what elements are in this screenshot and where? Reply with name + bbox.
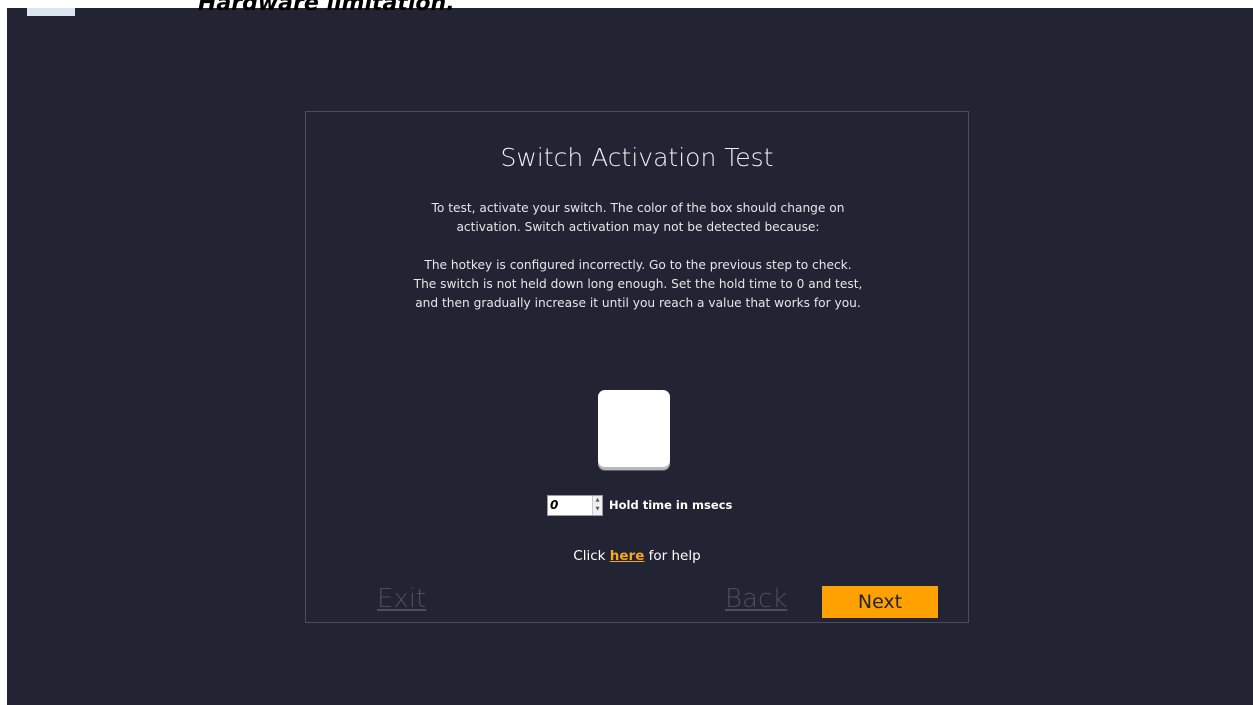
- stepper-arrows: ▲ ▼: [592, 495, 602, 515]
- activation-test-box: [598, 390, 670, 467]
- back-link[interactable]: Back: [725, 584, 787, 614]
- stepper-up-icon[interactable]: ▲: [593, 496, 602, 506]
- help-link[interactable]: here: [610, 548, 645, 564]
- stepper-down-icon[interactable]: ▼: [593, 505, 602, 515]
- instructions-line: activation. Switch activation may not be…: [456, 220, 820, 234]
- help-prefix: Click: [573, 548, 610, 564]
- reason-line: The switch is not held down long enough.…: [413, 277, 863, 291]
- help-text: Click here for help: [306, 547, 968, 565]
- hold-time-input[interactable]: [548, 495, 593, 515]
- reason-line: and then gradually increase it until you…: [415, 296, 861, 310]
- instructions-paragraph: To test, activate your switch. The color…: [346, 199, 930, 237]
- reason-line: The hotkey is configured incorrectly. Go…: [424, 258, 852, 272]
- exit-link[interactable]: Exit: [377, 584, 426, 614]
- reasons-paragraph: The hotkey is configured incorrectly. Go…: [346, 256, 930, 313]
- hold-time-stepper[interactable]: ▲ ▼: [547, 494, 603, 516]
- page-title: Switch Activation Test: [500, 143, 774, 172]
- instructions-line: To test, activate your switch. The color…: [431, 201, 845, 215]
- background-heading: Hardware limitation.: [198, 0, 455, 16]
- app-background: Hardware limitation. Switch Activation T…: [7, 0, 1253, 705]
- corner-fragment: [27, 8, 75, 16]
- hold-time-row: ▲ ▼ Hold time in msecs: [547, 494, 732, 516]
- hold-time-label: Hold time in msecs: [609, 498, 733, 512]
- next-button[interactable]: Next: [822, 586, 938, 618]
- help-suffix: for help: [644, 548, 701, 564]
- switch-test-dialog: Switch Activation Test To test, activate…: [305, 111, 969, 623]
